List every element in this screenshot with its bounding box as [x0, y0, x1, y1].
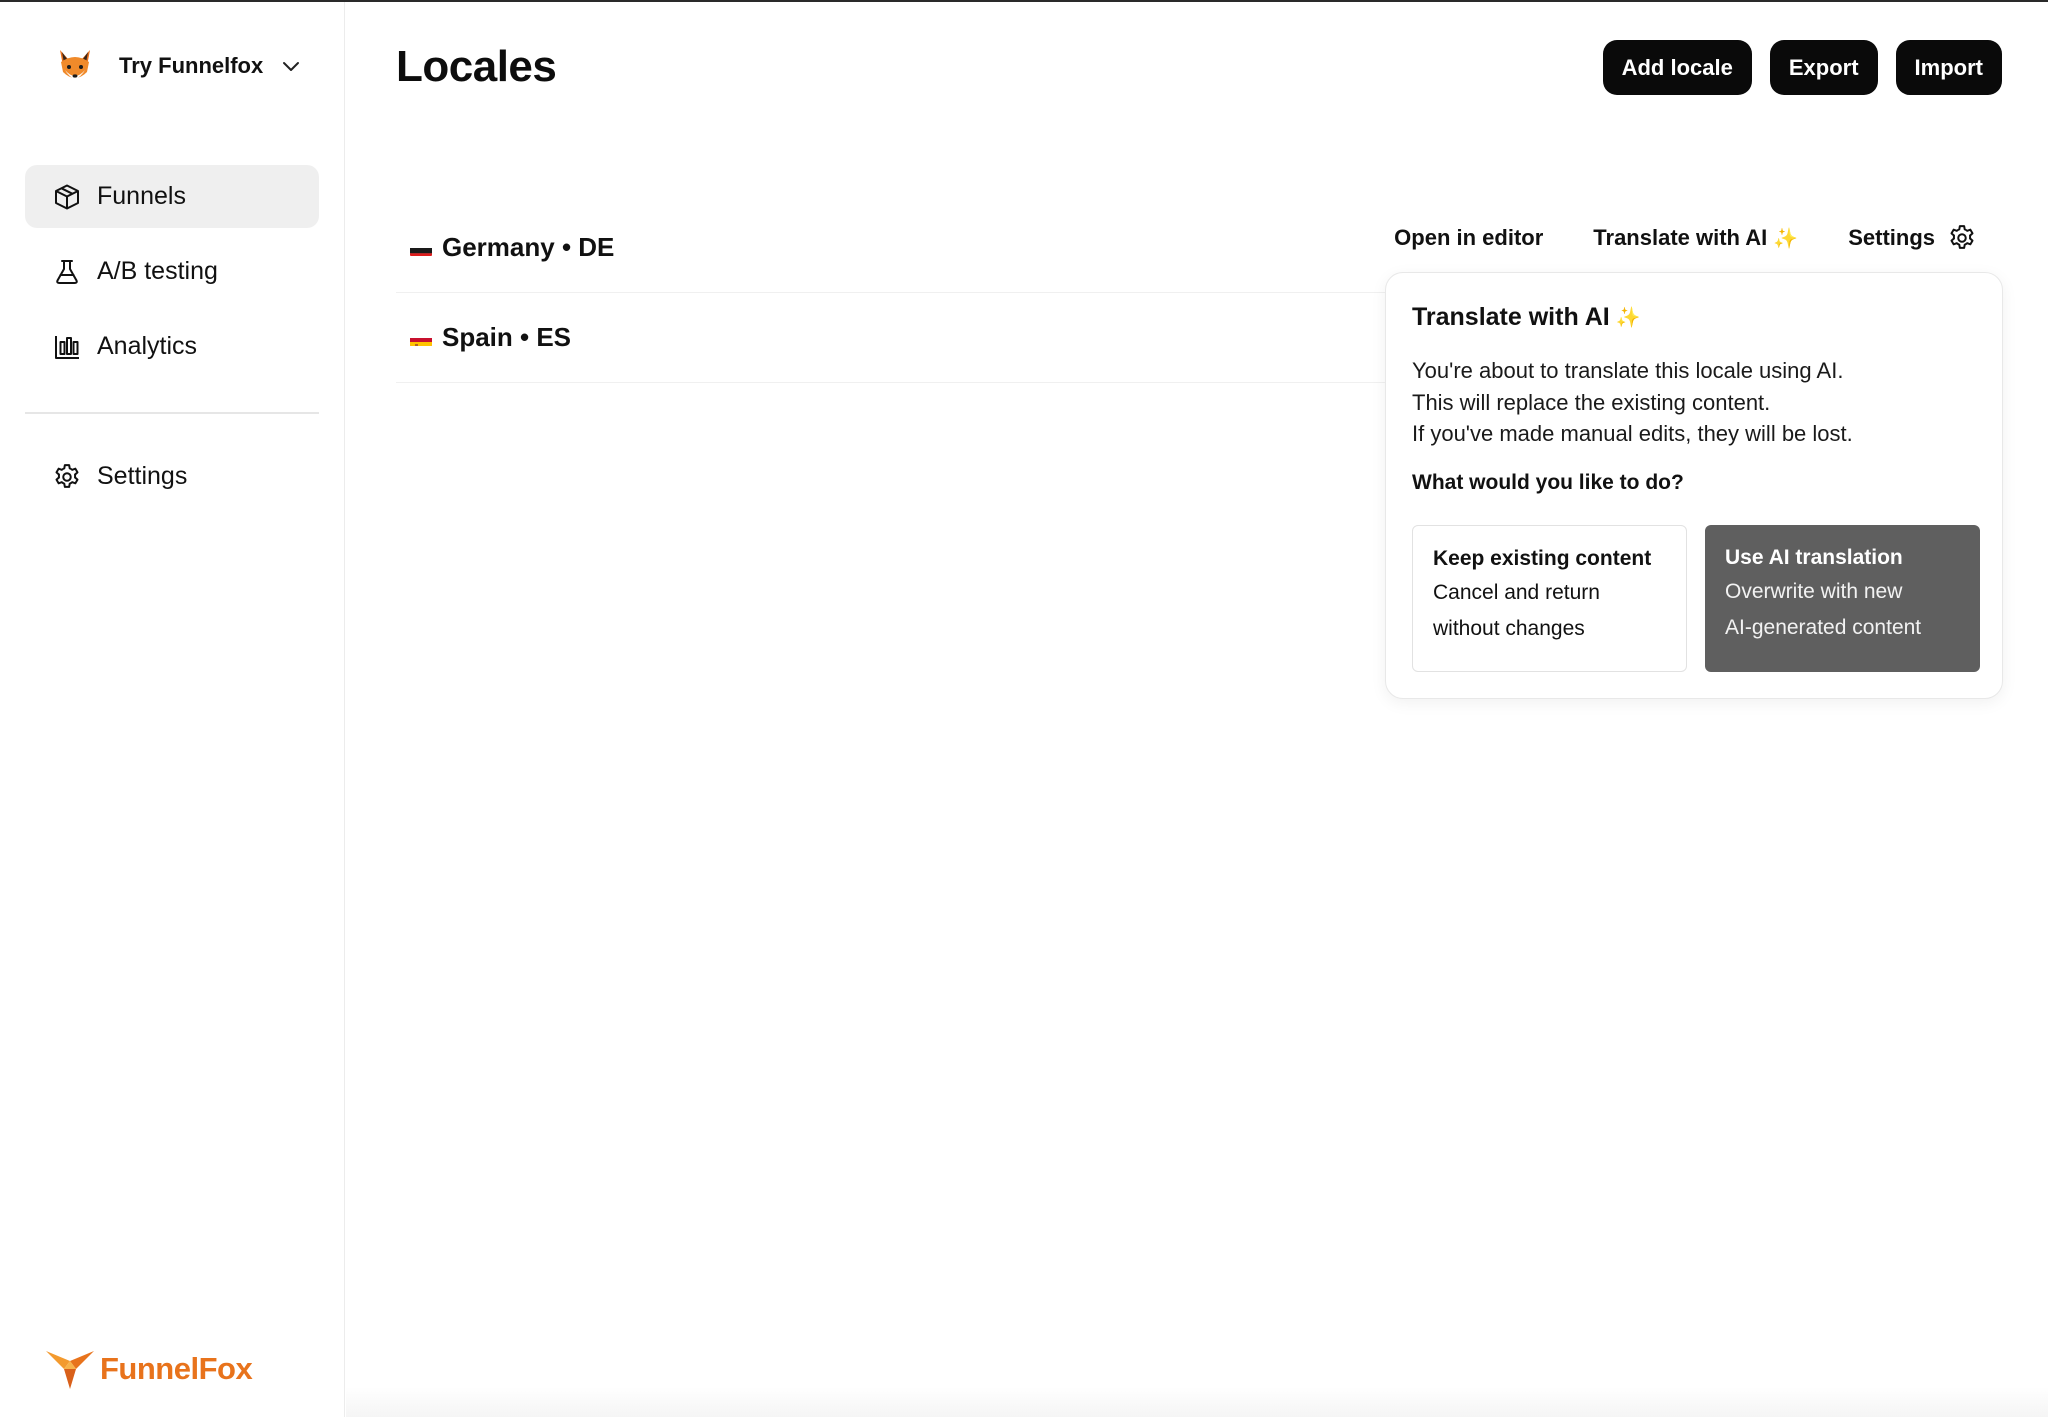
translate-ai-popover: Translate with AI ✨ You're about to tran… [1385, 272, 2003, 699]
spain-flag-icon [410, 330, 432, 346]
settings-label: Settings [1848, 225, 1935, 250]
choice-description: Cancel and return [1433, 581, 1600, 604]
sidebar-nav: Funnels A/B testing Analytics [25, 165, 319, 390]
popover-question: What would you like to do? [1412, 471, 1684, 494]
sidebar: Try Funnelfox Funnels A/B testing Analyt… [0, 2, 345, 1417]
funnelfox-logo-icon [46, 1351, 94, 1389]
add-locale-button[interactable]: Add locale [1602, 40, 1752, 95]
brand-logo: FunnelFox [44, 1347, 253, 1391]
flask-icon [52, 257, 82, 287]
sidebar-item-label: Analytics [97, 332, 198, 360]
choice-description: Overwrite with new [1725, 580, 1903, 603]
workspace-name: Try Funnelfox [119, 53, 264, 78]
brand-name: FunnelFox [100, 1351, 253, 1386]
choice-title: Use AI translation [1725, 546, 1903, 569]
popover-title: Translate with AI ✨ [1412, 303, 1641, 332]
use-ai-translation-button[interactable]: Use AI translation Overwrite with new AI… [1705, 525, 1980, 672]
open-in-editor-link[interactable]: Open in editor [1394, 225, 1543, 251]
sidebar-item-funnels[interactable]: Funnels [25, 165, 319, 228]
gear-icon [52, 462, 82, 492]
germany-flag-icon [410, 240, 432, 256]
choice-description: without changes [1433, 617, 1585, 640]
popover-line: This will replace the existing content. [1412, 389, 1771, 415]
sidebar-item-label: Settings [97, 462, 188, 490]
sparkle-icon: ✨ [1615, 307, 1641, 329]
workspace-switcher[interactable]: Try Funnelfox [55, 46, 301, 86]
keep-existing-content-button[interactable]: Keep existing content Cancel and return … [1412, 525, 1687, 672]
sidebar-item-ab-testing[interactable]: A/B testing [25, 240, 319, 303]
locale-settings-link[interactable]: Settings [1848, 223, 1977, 253]
sidebar-item-label: A/B testing [97, 257, 218, 285]
locale-link-es[interactable]: Spain • ES [410, 322, 571, 353]
locale-row-actions: Open in editor Translate with AI ✨ Setti… [1394, 203, 1977, 273]
popover-line: If you've made manual edits, they will b… [1412, 421, 1853, 446]
popover-line: You're about to translate this locale us… [1412, 358, 1844, 383]
translate-label: Translate with AI [1593, 225, 1768, 250]
choice-title: Keep existing content [1433, 547, 1652, 570]
popover-message: You're about to translate this locale us… [1412, 355, 1853, 450]
sidebar-item-label: Funnels [97, 182, 186, 210]
sidebar-item-analytics[interactable]: Analytics [25, 315, 319, 378]
gear-icon [1950, 225, 1974, 249]
import-button[interactable]: Import [1895, 40, 2002, 95]
translate-with-ai-link[interactable]: Translate with AI ✨ [1593, 225, 1798, 251]
bar-chart-icon [52, 332, 82, 362]
box-icon [52, 182, 82, 212]
locale-link-de[interactable]: Germany • DE [410, 232, 614, 263]
locale-name: Spain • ES [442, 322, 572, 352]
bottom-edge-shade [346, 1387, 2048, 1417]
chevron-down-icon [283, 62, 300, 71]
fox-avatar-icon [55, 46, 95, 86]
page-title: Locales [396, 42, 557, 91]
locale-name: Germany • DE [442, 232, 615, 262]
sidebar-divider [25, 412, 319, 414]
choice-description: AI-generated content [1725, 616, 1922, 639]
sparkle-icon: ✨ [1773, 227, 1799, 250]
sidebar-item-settings[interactable]: Settings [25, 445, 319, 508]
page-toolbar: Add locale Export Import [1602, 40, 2002, 95]
popover-title-text: Translate with AI [1412, 303, 1610, 331]
export-button[interactable]: Export [1769, 40, 1878, 95]
